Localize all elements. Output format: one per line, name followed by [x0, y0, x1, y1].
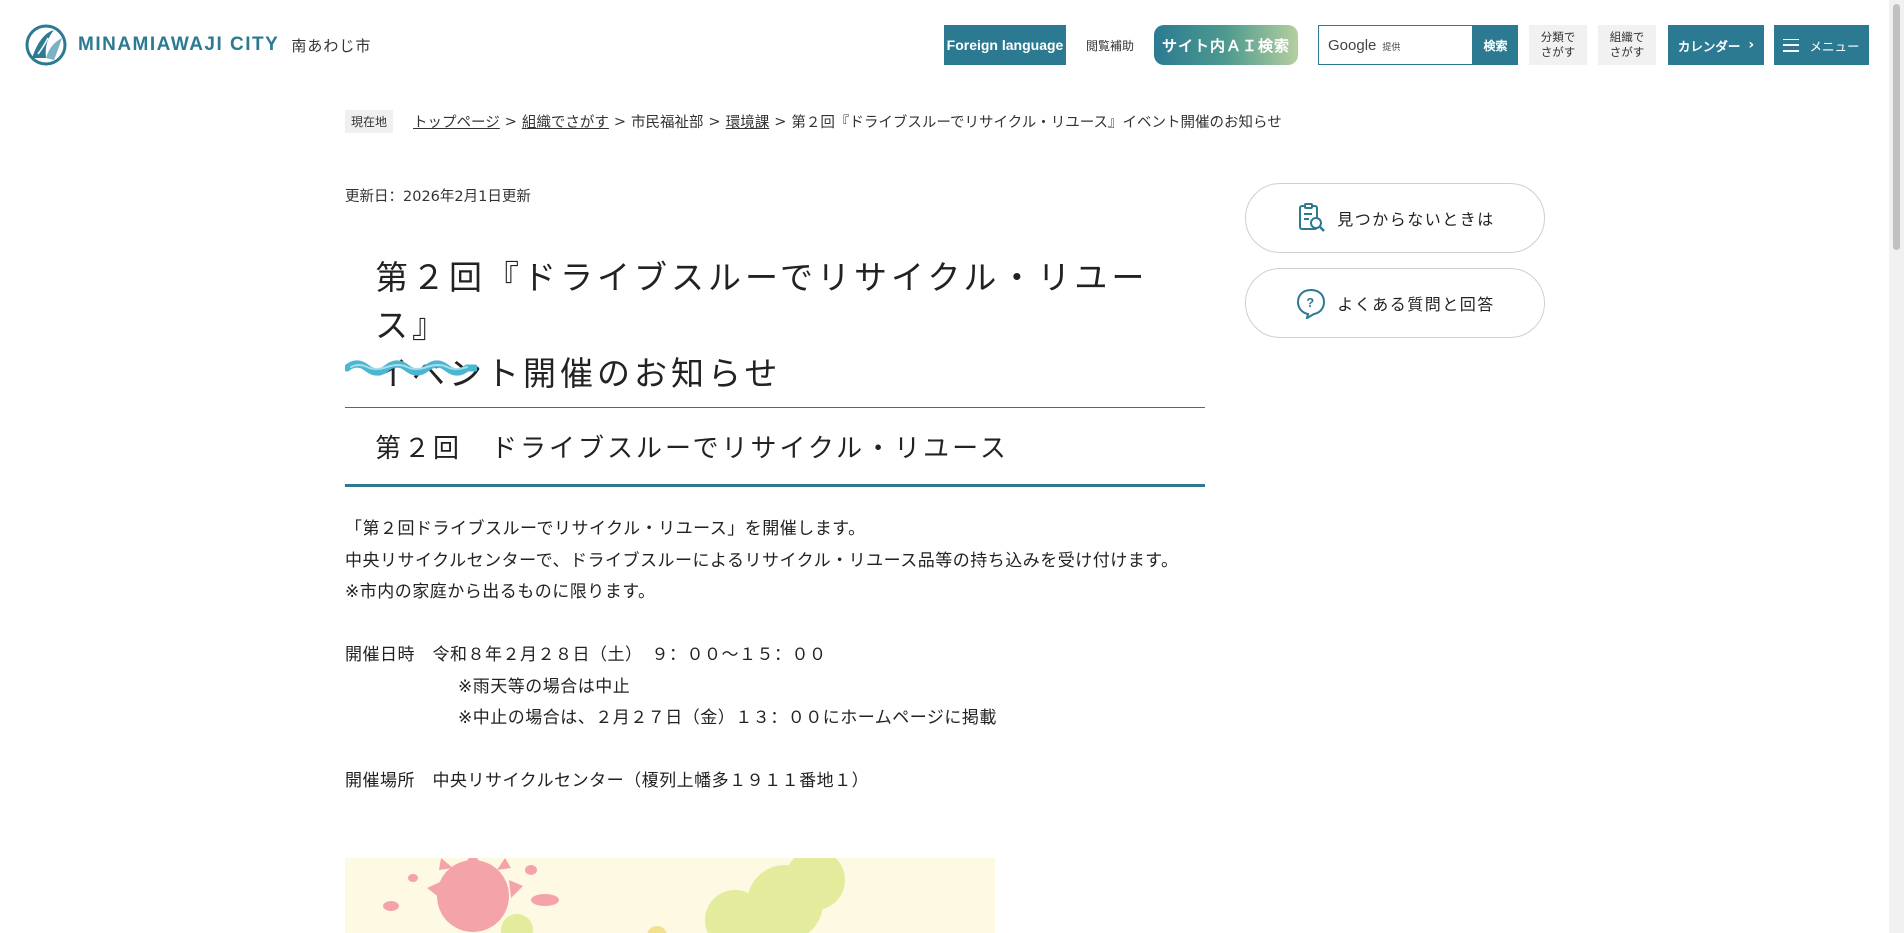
article-body: 「第２回ドライブスルーでリサイクル・リユース」を開催します。 中央リサイクルセン…: [345, 514, 1205, 798]
note-paragraph: ※市内の家庭から出るものに限ります。: [345, 582, 656, 602]
cancel-note: ※中止の場合は、２月２７日（金）１３：００にホームページに掲載: [458, 708, 997, 728]
description-paragraph: 中央リサイクルセンターで、ドライブスルーによるリサイクル・リユース品等の持ち込み…: [345, 550, 1179, 571]
faq-label: よくある質問と回答: [1337, 295, 1495, 314]
search-provided-label: 提供: [1382, 42, 1401, 53]
logo-text-en: MINAMIAWAJI CITY: [78, 34, 280, 55]
rain-note: ※雨天等の場合は中止: [458, 676, 631, 697]
event-venue: 開催場所 中央リサイクルセンター（榎列上幡多１９１１番地１）: [345, 771, 870, 791]
calendar-button[interactable]: カレンダー ›: [1668, 25, 1764, 65]
breadcrumb: 現在地 トップページ > 組織でさがす > 市民福祉部 > 環境課 > 第２回『…: [345, 110, 1282, 133]
breadcrumb-top-page[interactable]: トップページ: [413, 111, 500, 132]
site-logo[interactable]: MINAMIAWAJI CITY 南あわじ市: [24, 24, 371, 66]
svg-text:?: ?: [1307, 295, 1316, 310]
site-search-input[interactable]: Google 提供: [1318, 25, 1473, 65]
browse-assist-button[interactable]: 閲覧補助: [1076, 25, 1144, 65]
breadcrumb-environment-division[interactable]: 環境課: [726, 111, 770, 132]
breadcrumb-separator: >: [504, 113, 517, 130]
site-header: MINAMIAWAJI CITY 南あわじ市 Foreign language …: [0, 0, 1904, 90]
ai-search-button[interactable]: サイト内ＡＩ検索: [1154, 25, 1298, 65]
search-by-org-line2: さがす: [1609, 45, 1645, 59]
not-found-label: 見つからないときは: [1337, 210, 1495, 229]
search-by-category-line2: さがす: [1540, 45, 1576, 59]
faq-button[interactable]: ? よくある質問と回答: [1245, 268, 1545, 338]
menu-label: メニュー: [1809, 38, 1860, 54]
breadcrumb-separator: >: [708, 113, 721, 130]
page-scrollbar[interactable]: [1889, 0, 1904, 933]
section-heading-text: 第２回 ドライブスルーでリサイクル・リユース: [375, 433, 1009, 464]
search-by-organization-button[interactable]: 組織で さがす: [1598, 25, 1656, 65]
document-search-icon: [1299, 203, 1326, 232]
breadcrumb-citizen-welfare: 市民福祉部: [631, 115, 704, 131]
search-by-category-button[interactable]: 分類で さがす: [1529, 25, 1587, 65]
scrollbar-thumb[interactable]: [1893, 4, 1900, 250]
flyer-illustration-icon: [345, 858, 995, 933]
search-by-category-line1: 分類で: [1540, 30, 1576, 44]
breadcrumb-here-label: 現在地: [345, 110, 394, 133]
menu-button[interactable]: メニュー: [1774, 25, 1869, 65]
breadcrumb-separator: >: [774, 113, 787, 130]
search-google-label: Google: [1328, 36, 1377, 54]
breadcrumb-search-by-org[interactable]: 組織でさがす: [522, 111, 609, 132]
not-found-button[interactable]: 見つからないときは: [1245, 183, 1545, 253]
foreign-language-button[interactable]: Foreign language: [944, 25, 1066, 65]
breadcrumb-current-page: 第２回『ドライブスルーでリサイクル・リユース』イベント開催のお知らせ: [791, 115, 1282, 131]
event-date: 開催日時 令和８年２月２８日（土） ９：００～１５：００: [345, 645, 827, 665]
city-emblem-icon: [25, 24, 67, 66]
event-flyer-image: [345, 858, 995, 933]
page-title: 第２回『ドライブスルーでリサイクル・リユース』 イベント開催のお知らせ: [375, 254, 1205, 398]
hamburger-icon: [1783, 38, 1800, 52]
chevron-right-icon: ›: [1748, 37, 1755, 53]
wave-decoration-icon: [345, 360, 477, 376]
calendar-label: カレンダー: [1677, 38, 1741, 54]
page-title-line1: 第２回『ドライブスルーでリサイクル・リユース』: [375, 258, 1149, 345]
search-button[interactable]: 検索: [1473, 25, 1518, 65]
intro-paragraph: 「第２回ドライブスルーでリサイクル・リユース」を開催します。: [345, 519, 866, 539]
section-heading: 第２回 ドライブスルーでリサイクル・リユース: [345, 407, 1205, 487]
question-bubble-icon: ?: [1297, 288, 1326, 319]
breadcrumb-separator: >: [613, 113, 627, 130]
updated-date: 更新日：2026年2月1日更新: [345, 189, 531, 205]
search-by-org-line1: 組織で: [1609, 30, 1645, 44]
logo-text-jp: 南あわじ市: [291, 36, 372, 55]
